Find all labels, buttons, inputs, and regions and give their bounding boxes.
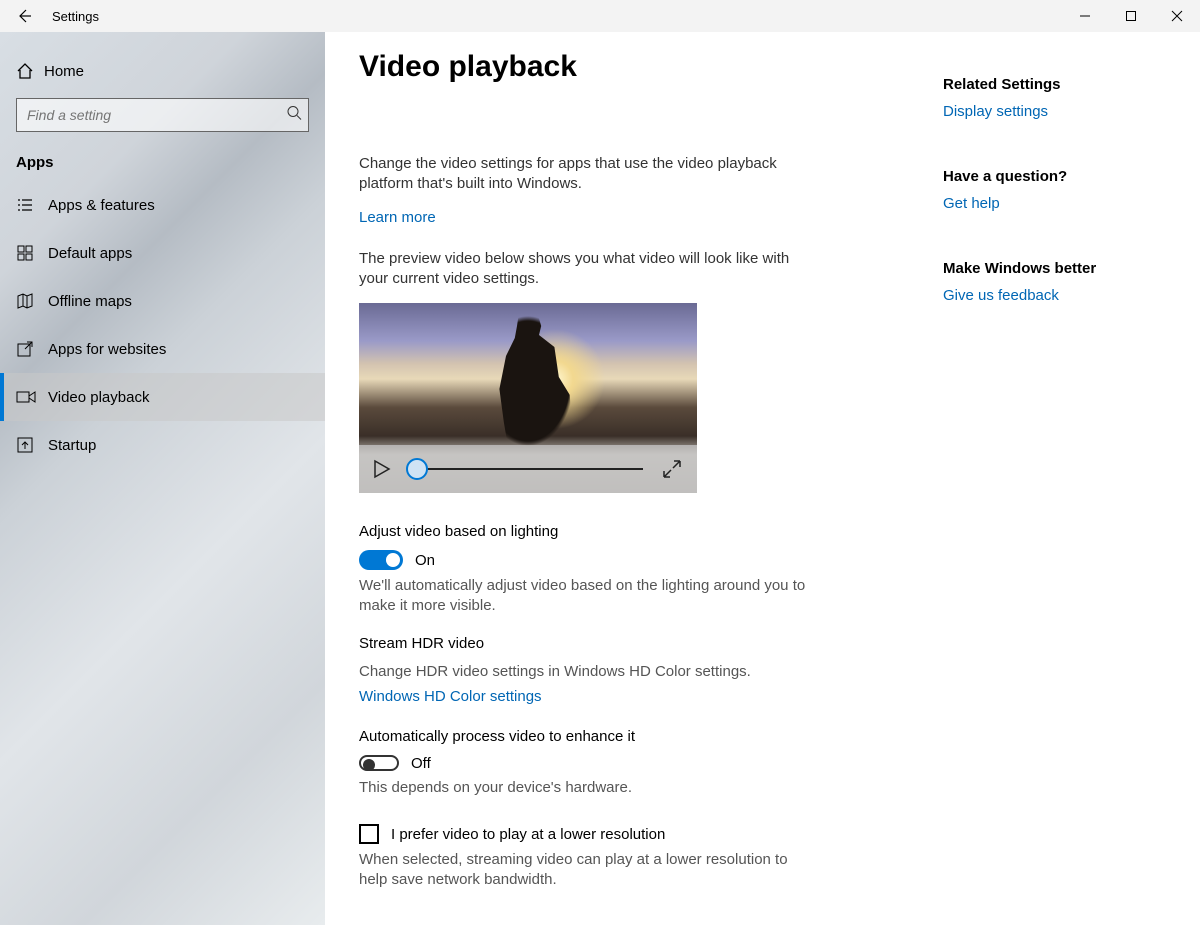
close-button[interactable] xyxy=(1154,0,1200,32)
hdr-title: Stream HDR video xyxy=(359,635,919,652)
main-column: Video playback Change the video settings… xyxy=(359,50,919,901)
enhance-title: Automatically process video to enhance i… xyxy=(359,728,919,745)
preview-silhouette xyxy=(473,311,583,461)
enhance-state: Off xyxy=(411,755,431,772)
sidebar-item-label: Startup xyxy=(48,437,96,454)
hdr-subtext: Change HDR video settings in Windows HD … xyxy=(359,662,819,682)
close-icon xyxy=(1171,10,1183,22)
seek-slider[interactable] xyxy=(413,468,643,470)
search-input[interactable] xyxy=(17,99,308,131)
video-icon xyxy=(16,388,48,406)
make-better-header: Make Windows better xyxy=(943,260,1183,277)
lowres-label: I prefer video to play at a lower resolu… xyxy=(391,826,665,843)
home-button[interactable]: Home xyxy=(0,50,325,92)
search-container xyxy=(0,92,325,142)
play-icon xyxy=(373,459,391,479)
video-preview[interactable] xyxy=(359,303,697,493)
sidebar-item-label: Apps for websites xyxy=(48,341,166,358)
search-icon xyxy=(286,105,302,126)
minimize-icon xyxy=(1079,10,1091,22)
lighting-subtext: We'll automatically adjust video based o… xyxy=(359,576,819,617)
feedback-link[interactable]: Give us feedback xyxy=(943,287,1183,304)
startup-icon xyxy=(16,436,48,454)
window-title: Settings xyxy=(52,9,99,24)
lowres-subtext: When selected, streaming video can play … xyxy=(359,850,819,891)
defaults-icon xyxy=(16,244,48,262)
play-button[interactable] xyxy=(373,457,397,481)
lighting-state: On xyxy=(415,552,435,569)
sidebar-item-apps-features[interactable]: Apps & features xyxy=(0,181,325,229)
lowres-checkbox[interactable] xyxy=(359,824,379,844)
back-arrow-icon xyxy=(16,8,32,24)
home-label: Home xyxy=(44,63,84,80)
title-bar: Settings xyxy=(0,0,1200,32)
learn-more-link[interactable]: Learn more xyxy=(359,209,436,226)
sidebar-item-label: Video playback xyxy=(48,389,149,406)
page-title: Video playback xyxy=(359,50,919,84)
sidebar-item-apps-websites[interactable]: Apps for websites xyxy=(0,325,325,373)
get-help-link[interactable]: Get help xyxy=(943,195,1183,212)
sidebar-item-video-playback[interactable]: Video playback xyxy=(0,373,325,421)
display-settings-link[interactable]: Display settings xyxy=(943,103,1183,120)
window-controls xyxy=(1062,0,1200,32)
lighting-toggle[interactable] xyxy=(359,550,403,570)
sidebar: Home Apps Apps & features Def xyxy=(0,32,325,925)
enhance-toggle[interactable] xyxy=(359,755,399,771)
list-icon xyxy=(16,196,48,214)
lighting-title: Adjust video based on lighting xyxy=(359,523,919,540)
search-box[interactable] xyxy=(16,98,309,132)
sidebar-item-default-apps[interactable]: Default apps xyxy=(0,229,325,277)
related-settings-header: Related Settings xyxy=(943,76,1183,93)
back-button[interactable] xyxy=(0,0,48,32)
home-icon xyxy=(16,62,44,80)
sidebar-item-label: Offline maps xyxy=(48,293,132,310)
preview-description: The preview video below shows you what v… xyxy=(359,249,819,290)
nav-list: Apps & features Default apps Offline map… xyxy=(0,181,325,469)
fullscreen-button[interactable] xyxy=(661,458,683,480)
minimize-button[interactable] xyxy=(1062,0,1108,32)
right-column: Related Settings Display settings Have a… xyxy=(943,50,1183,901)
maximize-button[interactable] xyxy=(1108,0,1154,32)
sidebar-item-label: Default apps xyxy=(48,245,132,262)
map-icon xyxy=(16,292,48,310)
fullscreen-icon xyxy=(661,458,683,480)
hd-color-settings-link[interactable]: Windows HD Color settings xyxy=(359,688,542,705)
have-question-header: Have a question? xyxy=(943,168,1183,185)
page-description: Change the video settings for apps that … xyxy=(359,154,819,195)
open-external-icon xyxy=(16,340,48,358)
sidebar-item-offline-maps[interactable]: Offline maps xyxy=(0,277,325,325)
category-header: Apps xyxy=(0,142,325,181)
enhance-subtext: This depends on your device's hardware. xyxy=(359,778,819,798)
sidebar-item-startup[interactable]: Startup xyxy=(0,421,325,469)
seek-thumb[interactable] xyxy=(406,458,428,480)
content-area: Video playback Change the video settings… xyxy=(325,32,1200,925)
sidebar-item-label: Apps & features xyxy=(48,197,155,214)
video-controls xyxy=(359,445,697,493)
title-bar-left: Settings xyxy=(0,0,99,32)
maximize-icon xyxy=(1125,10,1137,22)
